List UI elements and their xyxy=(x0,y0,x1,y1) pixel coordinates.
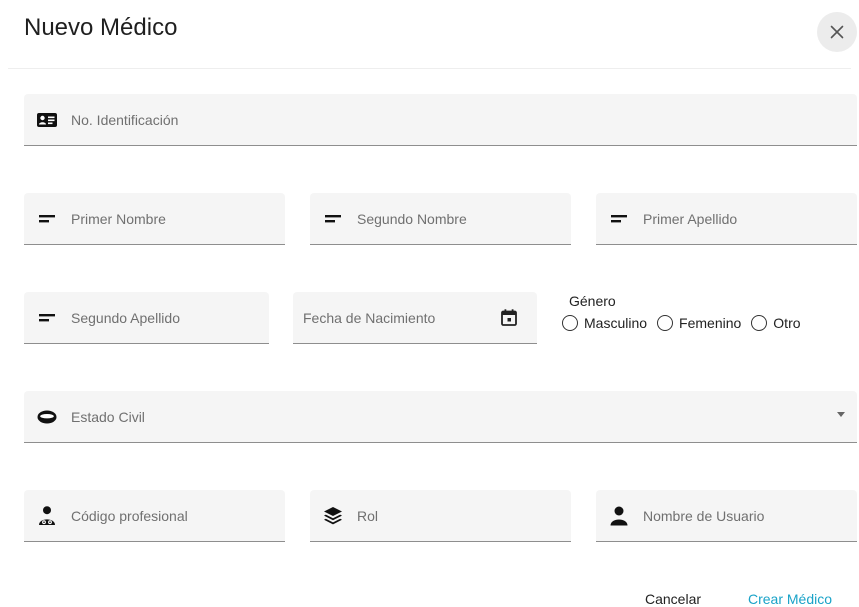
header-divider xyxy=(8,68,851,69)
radio-circle[interactable] xyxy=(751,315,768,331)
radio-circle[interactable] xyxy=(562,315,578,331)
radio-femenino-label: Femenino xyxy=(679,315,742,331)
primer-apellido-field[interactable]: Primer Apellido xyxy=(596,193,857,245)
cancel-button[interactable]: Cancelar xyxy=(645,591,701,607)
person-icon xyxy=(608,505,630,527)
segundo-apellido-field[interactable]: Segundo Apellido xyxy=(24,292,269,344)
close-icon xyxy=(830,25,844,39)
short-text-icon xyxy=(322,208,344,230)
identificacion-label: No. Identificación xyxy=(71,111,179,128)
dialog-title: Nuevo Médico xyxy=(24,14,178,41)
create-medico-button[interactable]: Crear Médico xyxy=(748,591,832,607)
estado-civil-label: Estado Civil xyxy=(71,408,145,425)
short-text-icon xyxy=(36,307,58,329)
genero-label: Género xyxy=(569,293,616,309)
radio-masculino-label: Masculino xyxy=(584,315,648,331)
codigo-profesional-field[interactable]: Código profesional xyxy=(24,490,285,542)
radio-otro[interactable]: Otro xyxy=(751,315,801,331)
radio-circle[interactable] xyxy=(657,315,674,331)
fecha-nacimiento-label: Fecha de Nacimiento xyxy=(303,309,436,326)
short-text-icon xyxy=(36,208,58,230)
segundo-apellido-label: Segundo Apellido xyxy=(71,309,180,326)
close-button[interactable] xyxy=(817,12,857,52)
ring-icon xyxy=(36,406,58,428)
id-card-icon xyxy=(36,109,58,131)
segundo-nombre-label: Segundo Nombre xyxy=(357,210,467,227)
rol-field[interactable]: Rol xyxy=(310,490,571,542)
fecha-nacimiento-field[interactable]: Fecha de Nacimiento xyxy=(293,292,537,344)
doctor-icon xyxy=(36,505,58,527)
primer-nombre-field[interactable]: Primer Nombre xyxy=(24,193,285,245)
calendar-icon[interactable] xyxy=(501,309,517,331)
radio-masculino[interactable]: Masculino xyxy=(562,315,647,331)
primer-apellido-label: Primer Apellido xyxy=(643,210,738,227)
chevron-down-icon[interactable] xyxy=(837,412,845,417)
short-text-icon xyxy=(608,208,630,230)
codigo-profesional-label: Código profesional xyxy=(71,507,188,524)
radio-otro-label: Otro xyxy=(773,315,801,331)
estado-civil-select[interactable]: Estado Civil xyxy=(24,391,857,443)
nombre-usuario-label: Nombre de Usuario xyxy=(643,507,765,524)
primer-nombre-label: Primer Nombre xyxy=(71,210,166,227)
genero-radio-group: Masculino Femenino Otro xyxy=(562,315,801,331)
segundo-nombre-field[interactable]: Segundo Nombre xyxy=(310,193,571,245)
rol-label: Rol xyxy=(357,507,379,524)
identificacion-field[interactable]: No. Identificación xyxy=(24,94,857,146)
layers-icon xyxy=(322,505,344,527)
radio-femenino[interactable]: Femenino xyxy=(657,315,741,331)
nombre-usuario-field[interactable]: Nombre de Usuario xyxy=(596,490,857,542)
